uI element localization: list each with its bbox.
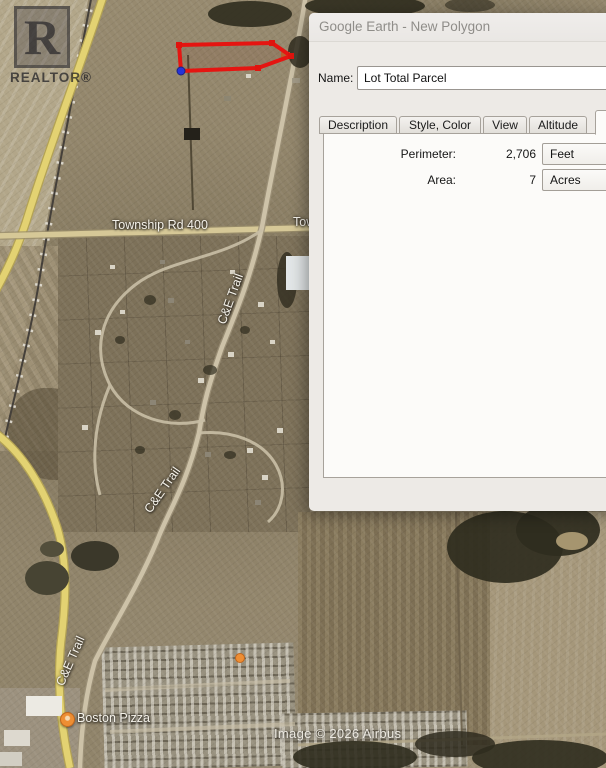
parcel-polygon[interactable] <box>176 40 294 75</box>
name-input[interactable] <box>357 66 606 90</box>
tab-style-color[interactable]: Style, Color <box>399 116 481 134</box>
area-value: 7 <box>464 173 536 187</box>
tab-view[interactable]: View <box>483 116 527 134</box>
selected-vertex-handle[interactable] <box>177 67 185 75</box>
perimeter-value: 2,706 <box>464 147 536 161</box>
dialog-title: Google Earth - New Polygon <box>319 19 490 34</box>
screen: Township Rd 400 Township Rd 400 C&E Trai… <box>0 0 606 768</box>
tab-altitude[interactable]: Altitude <box>529 116 587 134</box>
realtor-logo-icon: R <box>14 6 70 68</box>
tab-measurements[interactable]: Measurements <box>595 110 606 135</box>
realtor-watermark: R REALTOR® <box>10 6 96 85</box>
dialog-tabs: Description Style, Color View Altitude M… <box>319 108 606 134</box>
poi-dot[interactable] <box>236 654 245 663</box>
perimeter-unit-select[interactable]: Feet <box>542 143 606 165</box>
vertex-handle[interactable] <box>255 65 261 71</box>
vertex-handle[interactable] <box>288 53 294 59</box>
dialog-titlebar[interactable]: Google Earth - New Polygon <box>309 13 606 42</box>
measurements-panel: Perimeter: 2,706 Feet Area: 7 Acres <box>323 133 606 478</box>
realtor-watermark-text: REALTOR® <box>10 70 96 85</box>
boston-pizza-poi-icon[interactable] <box>60 712 75 727</box>
area-unit-select[interactable]: Acres <box>542 169 606 191</box>
road-label-township-rd-400: Township Rd 400 <box>112 218 208 232</box>
new-polygon-dialog: Google Earth - New Polygon Name: Descrip… <box>309 13 606 511</box>
ponds <box>25 541 119 595</box>
imagery-attribution: Image © 2026 Airbus <box>274 726 401 741</box>
acreage-houses <box>82 260 283 505</box>
name-label: Name: <box>318 71 353 85</box>
ce-trail-road <box>80 0 306 768</box>
perimeter-label: Perimeter: <box>324 147 456 161</box>
vertex-handle[interactable] <box>176 42 182 48</box>
boston-pizza-label: Boston Pizza <box>77 711 150 725</box>
area-label: Area: <box>324 173 456 187</box>
vertex-handle[interactable] <box>269 40 275 46</box>
name-row: Name: <box>309 66 606 92</box>
tab-description[interactable]: Description <box>319 116 397 134</box>
subdivision-streets <box>95 230 295 732</box>
